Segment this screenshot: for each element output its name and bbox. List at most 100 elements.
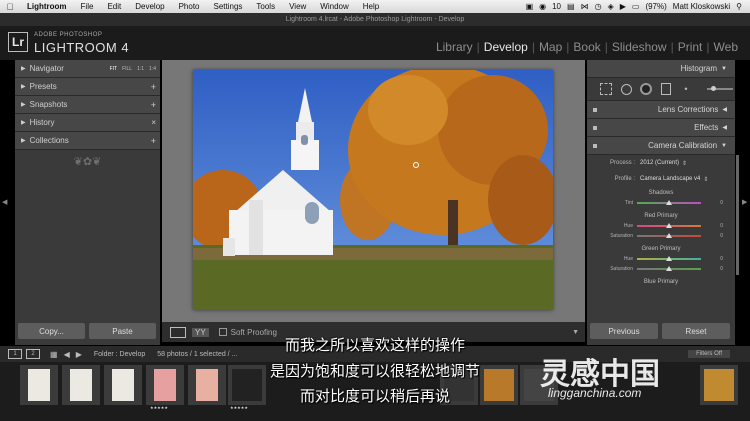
lightroom-logo: Lr [8, 32, 28, 52]
red-saturation-knob[interactable] [666, 233, 672, 238]
process-label: Process : [609, 160, 635, 166]
expand-triangle-icon: ▶ [21, 66, 26, 72]
panel-switch-icon[interactable] [593, 143, 597, 148]
red-hue-slider[interactable] [637, 223, 701, 228]
adjustment-brush-icon[interactable]: • [679, 83, 693, 95]
profile-dropdown-icon[interactable]: ⇕ [703, 176, 708, 183]
tool-slider[interactable] [707, 86, 733, 91]
menu-settings[interactable]: Settings [207, 2, 250, 11]
expand-triangle-icon: ▶ [21, 102, 26, 108]
process-dropdown-icon[interactable]: ⇕ [682, 160, 687, 167]
church-photo[interactable] [193, 70, 553, 310]
collections-label: Collections [29, 136, 69, 145]
mac-menu-bar:  Lightroom File Edit Develop Photo Sett… [0, 0, 750, 13]
navigator-label: Navigator [29, 64, 64, 73]
monitor-icon[interactable]: ▤ [567, 2, 575, 11]
panel-switch-icon[interactable] [593, 125, 597, 130]
add-snapshot-icon[interactable]: + [151, 100, 156, 110]
green-saturation-knob[interactable] [666, 266, 672, 271]
blue-primary-title: Blue Primary [643, 279, 679, 285]
zoom-fill[interactable]: FILL [122, 66, 132, 72]
menu-photo[interactable]: Photo [172, 2, 207, 11]
menu-view[interactable]: View [282, 2, 313, 11]
module-slideshow[interactable]: Slideshow [608, 40, 671, 54]
tint-slider[interactable] [637, 200, 701, 205]
menu-help[interactable]: Help [356, 2, 386, 11]
history-header[interactable]: ▶ History × [15, 114, 160, 132]
snapshots-header[interactable]: ▶ Snapshots + [15, 96, 160, 114]
process-select[interactable]: 2012 (Current) [640, 160, 679, 166]
add-collection-icon[interactable]: + [151, 136, 156, 146]
volume-icon[interactable]: ▶ [620, 2, 626, 11]
panel-end-ornament-icon: ❦✿❦ [73, 156, 102, 168]
module-picker: Library | Develop | Map | Book | Slideshow | … [432, 40, 742, 54]
camera-calibration-header[interactable]: Camera Calibration ▼ [587, 137, 735, 155]
spot-removal-icon[interactable] [619, 83, 633, 95]
menu-file[interactable]: File [74, 2, 101, 11]
tray-icon[interactable]: ◉ [539, 2, 546, 11]
right-panel-scrollbar[interactable] [736, 155, 739, 275]
module-print[interactable]: Print [674, 40, 707, 54]
red-saturation-slider[interactable] [637, 233, 701, 238]
left-panel-toggle-icon[interactable]: ◀ [2, 198, 7, 206]
menu-extras: ▣ ◉ 10 ▤ ⋈ ◷ ◈ ▶ ▭ (97%) Matt Kloskowski… [526, 2, 750, 11]
clear-history-icon[interactable]: × [151, 118, 156, 127]
red-primary-title: Red Primary [644, 213, 678, 219]
green-saturation-value: 0 [720, 266, 723, 272]
module-develop[interactable]: Develop [480, 40, 532, 54]
profile-select[interactable]: Camera Landscape v4 [640, 176, 700, 182]
menu-tools[interactable]: Tools [249, 2, 282, 11]
lens-corrections-header[interactable]: Lens Corrections ◀ [587, 101, 735, 119]
module-library[interactable]: Library [432, 40, 477, 54]
module-map[interactable]: Map [535, 40, 566, 54]
zoom-1-4[interactable]: 1:4 [149, 66, 156, 72]
module-web[interactable]: Web [710, 40, 742, 54]
green-hue-knob[interactable] [666, 256, 672, 261]
wifi-icon[interactable]: ◈ [608, 2, 614, 11]
watermark-url: lingganchina.com [548, 386, 642, 400]
notification-badge[interactable]: 10 [552, 2, 561, 11]
time-machine-icon[interactable]: ◷ [595, 2, 602, 11]
tint-slider-knob[interactable] [666, 200, 672, 205]
green-hue-slider[interactable] [637, 256, 701, 261]
crop-overlay-icon[interactable] [599, 83, 613, 95]
left-panel: ▶ Navigator FIT FILL 1:1 1:4 ▶ Presets +… [15, 60, 160, 345]
menu-develop[interactable]: Develop [128, 2, 171, 11]
battery-icon[interactable]: ▭ [632, 2, 640, 11]
shadows-tint-row: Tint 0 [593, 198, 729, 208]
tool-strip: • [587, 78, 735, 101]
profile-label: Profile : [614, 176, 635, 182]
collections-header[interactable]: ▶ Collections + [15, 132, 160, 150]
red-eye-icon[interactable] [639, 83, 653, 95]
brand-product: LIGHTROOM 4 [34, 40, 130, 55]
spotlight-icon[interactable]: ⚲ [736, 2, 742, 11]
zoom-fit[interactable]: FIT [110, 66, 118, 72]
menu-edit[interactable]: Edit [100, 2, 128, 11]
apple-menu-icon[interactable]:  [0, 2, 20, 12]
menu-app[interactable]: Lightroom [20, 2, 74, 11]
green-saturation-slider[interactable] [637, 266, 701, 271]
red-saturation-row: Saturation 0 [593, 231, 729, 241]
navigator-header[interactable]: ▶ Navigator FIT FILL 1:1 1:4 [15, 60, 160, 78]
module-book[interactable]: Book [569, 40, 604, 54]
red-hue-value: 0 [720, 223, 723, 229]
screen-icon[interactable]: ▣ [526, 2, 534, 11]
graduated-filter-icon[interactable] [659, 83, 673, 95]
menu-window[interactable]: Window [313, 2, 355, 11]
right-panel: Histogram ▼ • Lens Corrections ◀ Effects… [587, 60, 735, 345]
effects-header[interactable]: Effects ◀ [587, 119, 735, 137]
expand-triangle-icon: ▶ [21, 120, 26, 126]
battery-percent: (97%) [645, 2, 667, 11]
zoom-1-1[interactable]: 1:1 [137, 66, 144, 72]
add-preset-icon[interactable]: + [151, 82, 156, 92]
histogram-header[interactable]: Histogram ▼ [587, 60, 735, 78]
green-hue-value: 0 [720, 256, 723, 262]
panel-switch-icon[interactable] [593, 107, 597, 112]
red-hue-label: Hue [623, 223, 633, 229]
right-panel-toggle-icon[interactable]: ▶ [742, 198, 747, 206]
bluetooth-icon[interactable]: ⋈ [581, 2, 589, 11]
presets-header[interactable]: ▶ Presets + [15, 78, 160, 96]
expand-triangle-icon: ▶ [21, 84, 26, 90]
red-hue-knob[interactable] [666, 223, 672, 228]
user-name[interactable]: Matt Kloskowski [673, 2, 730, 11]
